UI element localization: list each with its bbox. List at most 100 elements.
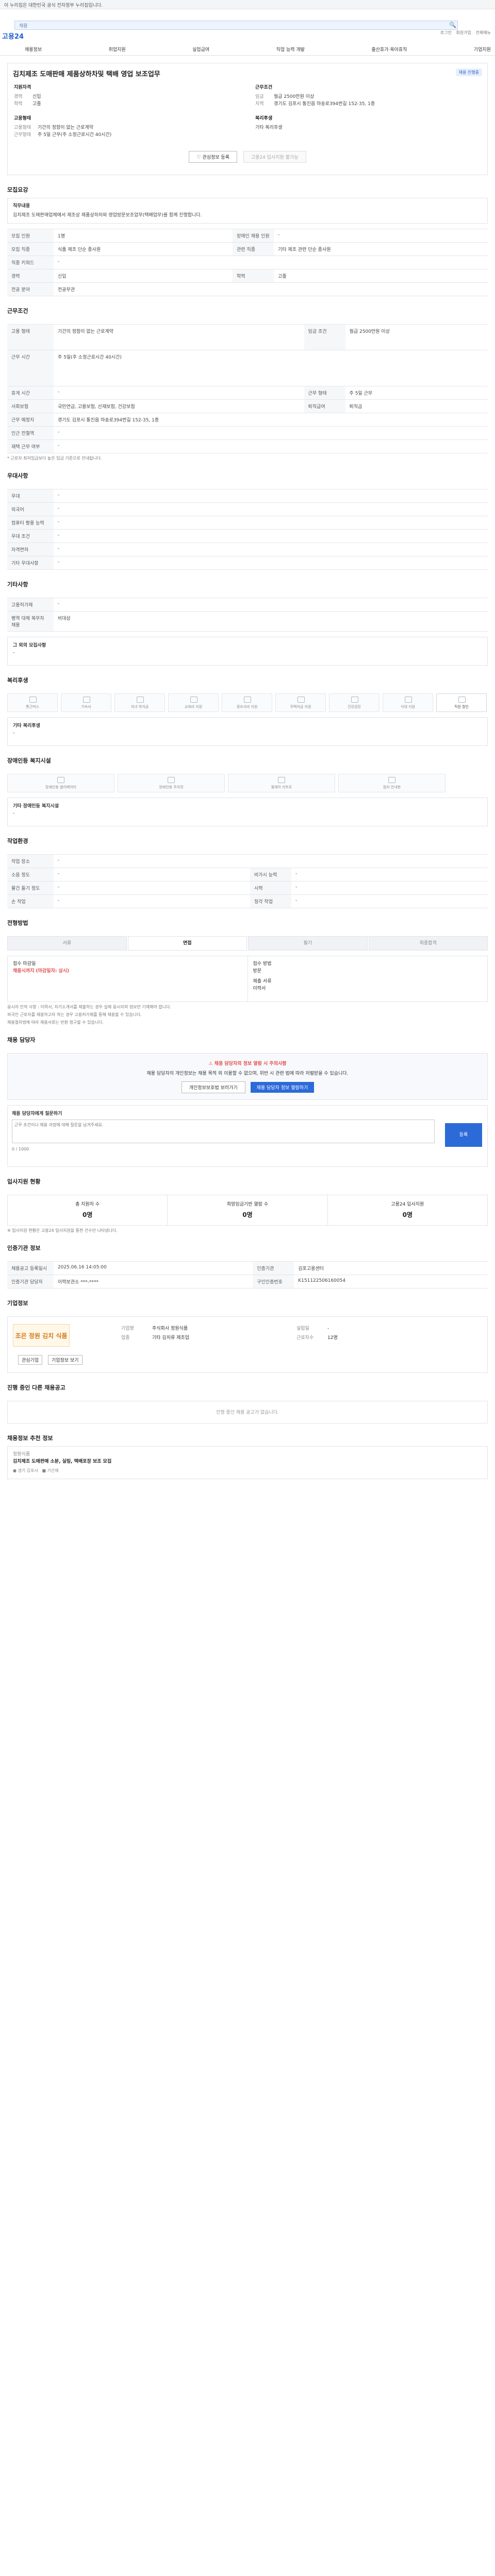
question-input[interactable] xyxy=(12,1120,435,1143)
table-row: 병역 대체 복무자 채용 비대상 xyxy=(7,611,488,632)
condition-row: 임금 월급 2500만원 이상 xyxy=(255,94,315,99)
apply-button[interactable]: 고용24 입사지원 불가능 xyxy=(243,151,306,163)
gov-notice-bar: 이 누리집은 대한민국 공식 전자정부 누리집입니다. xyxy=(0,0,495,9)
stats-section: 입사지원 현황 총 지원자 수 0명 희망임금기반 열람 수 0명 고용24 입사지… xyxy=(7,1167,488,1233)
env-table: 작업 장소 - 소음 정도 - 비가시 능력 - 물건 들기 정도 - 시력 - 손 작업 - 청… xyxy=(7,854,488,908)
other-section: 기타사항 고용허가제 - 병역 대체 복무자 채용 비대상 그 외의 모집사항 - xyxy=(7,570,488,666)
contact-warning: ⚠ 채용 담당자의 정보 열람 시 주의사항 xyxy=(208,1061,287,1066)
step-final: 최종합격 xyxy=(368,936,488,951)
contact-text: 채용 담당자의 개인정보는 채용 목적 외 이용할 수 없으며, 위반 시 관련… xyxy=(146,1071,349,1076)
meal-icon xyxy=(405,697,412,703)
work-section: 근무조건 고용 형태 기간의 정함이 없는 근로계약 임금 조건 월급 2500만원 … xyxy=(7,296,488,461)
nav-item[interactable]: 채용정보 xyxy=(25,46,42,53)
step-document: 서류 xyxy=(7,936,127,951)
section-title: 채용정보 추천 정보 xyxy=(7,1435,53,1442)
method-col: 접수 방법 방문 제출 서류 이력서 xyxy=(248,956,488,1002)
disabled-extra-value: - xyxy=(13,811,15,816)
parking-icon xyxy=(168,777,175,783)
welfare-tile: 경조사비 지원 xyxy=(222,693,272,712)
welfare-tile: 건강검진 xyxy=(329,693,380,712)
welfare-row: 기타 복리후생 xyxy=(255,125,283,130)
welfare-tile: 교육비 지원 xyxy=(168,693,219,712)
book-icon xyxy=(137,697,144,703)
company-logo: 조은 정원 김치 식품 xyxy=(13,1324,70,1347)
work-note: * 근로자 최저임금보다 높은 임금 기준으로 안내됩니다. xyxy=(7,456,102,461)
prefer-table: 우대 - 외국어 - 컴퓨터 활용 능력 - 우대 조건 - 자격면허 - 기타 우대사항… xyxy=(7,489,488,570)
site-header: 채용 🔍 고용24 로그인 회원가입 전체메뉴 xyxy=(0,9,495,42)
table-row: 근무 예정지 경기도 김포시 통진읍 마송로394번길 152-35, 1층 xyxy=(7,413,488,427)
gift-icon xyxy=(244,697,251,703)
util-links: 로그인 회원가입 전체메뉴 xyxy=(437,30,491,36)
duty-heading: 직무내용 xyxy=(13,204,30,209)
signup-link[interactable]: 회원가입 xyxy=(456,30,471,35)
welfare-tile: 주택자금 지원 xyxy=(275,693,326,712)
login-link[interactable]: 로그인 xyxy=(440,30,452,35)
qualification-row: 학력 고졸 xyxy=(14,101,41,107)
bus-icon xyxy=(29,697,37,703)
table-row: 물건 들기 정도 - 시력 - xyxy=(7,881,488,895)
stats-note: ※ 입사지원 현황은 고용24 입사지원을 통한 건수만 나타냅니다. xyxy=(7,1228,118,1233)
job-condition-col: 근무조건 임금 월급 2500만원 이상 지역 경기도 김포시 통진읍 마송로394… xyxy=(255,84,482,131)
qualification-heading: 지원자격 xyxy=(14,85,31,90)
section-title: 우대사항 xyxy=(7,472,28,479)
welfare-tile: 식대 지원 xyxy=(383,693,433,712)
nav-item[interactable]: 기업지원 xyxy=(474,46,491,53)
condition-row: 지역 경기도 김포시 통진읍 마송로394번길 152-35, 1층 xyxy=(255,101,375,107)
process-note: 채용절차법에 따라 채용서류는 반환 청구할 수 있습니다. xyxy=(7,1020,104,1025)
table-row: 작업 장소 - xyxy=(7,854,488,868)
status-badge: 채용 진행중 xyxy=(455,69,482,76)
deadline-value: 채용시까지 (마감일자: 상시) xyxy=(13,969,70,974)
recommend-job[interactable]: 김치제조 도매판매 소분, 실링, 택배포장 보조 모집 xyxy=(13,1458,482,1465)
job-summary-card: 김치제조 도매판매 제품상하차및 택배 영업 보조업무 채용 진행중 지원자격 … xyxy=(7,63,488,175)
process-note: 외국인 근로자를 채용하고자 하는 경우 고용허가제를 통해 채용할 수 있습니… xyxy=(7,1012,142,1017)
table-row: 인증기관 담당자 이력보관소 ***-**** 구인인증번호 K15112250616… xyxy=(7,1275,488,1289)
favorite-company-button[interactable]: 관심기업 xyxy=(18,1355,43,1365)
welfare-heading: 복리후생 xyxy=(255,116,273,121)
facility-tile: 휠체어 리프트 xyxy=(228,774,335,792)
method-heading: 접수 방법 xyxy=(253,961,272,967)
table-row: 우대 조건 - xyxy=(7,529,488,543)
interest-button[interactable]: ♡ 관심정보 등록 xyxy=(189,151,237,163)
table-row: 재택 근무 여부 - xyxy=(7,439,488,453)
alert-icon: ⚠ xyxy=(208,1061,213,1066)
wheelchair-icon xyxy=(278,777,285,783)
stat-item: 총 지원자 수 0명 xyxy=(8,1195,168,1225)
all-menu-link[interactable]: 전체메뉴 xyxy=(476,30,491,35)
step-interview: 면접 xyxy=(127,936,247,951)
site-logo[interactable]: 고용24 xyxy=(2,31,24,41)
privacy-law-button[interactable]: 개인정보보호법 보러가기 xyxy=(181,1081,245,1093)
welfare-extra-box: 기타 복리후생 - xyxy=(7,717,488,746)
nav-item[interactable]: 취업지원 xyxy=(109,46,126,53)
search-placeholder: 채용 xyxy=(19,24,28,29)
company-box: 조은 정원 김치 식품 관심기업 기업정보 보기 기업명 주식회사 정원식품 업종… xyxy=(7,1316,488,1373)
work-table: 고용 형태 기간의 정함이 없는 근로계약 임금 조건 월급 2500만원 이상 근무… xyxy=(7,324,488,453)
job-title: 김치제조 도매판매 제품상하차및 택배 영업 보조업무 xyxy=(13,71,160,78)
search-icon[interactable]: 🔍 xyxy=(449,21,457,29)
disabled-extra-box: 기타 장애인등 복지시설 - xyxy=(7,798,488,826)
prefer-section: 우대사항 우대 - 외국어 - 컴퓨터 활용 능력 - 우대 조건 - 자격면허 - 기타… xyxy=(7,461,488,570)
facility-tile: 장애인용 엘리베이터 xyxy=(7,774,114,792)
company-info-button[interactable]: 기업정보 보기 xyxy=(48,1355,82,1365)
view-contact-button[interactable]: 채용 담당자 정보 열람하기 xyxy=(250,1082,315,1093)
heart-icon: ♡ xyxy=(196,155,201,160)
section-title: 장애인등 복지시설 xyxy=(7,757,51,764)
employment-row: 고용형태 기간의 정함이 없는 근로계약 xyxy=(14,125,93,130)
search-input[interactable]: 채용 xyxy=(14,21,458,30)
facility-tile: 장애인용 주차장 xyxy=(118,774,225,792)
nav-item[interactable]: 실업급여 xyxy=(192,46,209,53)
discount-icon xyxy=(458,697,466,703)
process-note: 응시자 인적 사항 : 이력서, 자기소개서를 제출하는 경우 실제 응시자의 … xyxy=(7,1005,171,1009)
other-extra-value: - xyxy=(13,650,15,655)
other-table: 고용허가제 - 병역 대체 복무자 채용 비대상 xyxy=(7,598,488,632)
table-row: 채용공고 등록일시 2025.06.16 14:05:00 인증기관 김포고용센터 xyxy=(7,1261,488,1275)
table-row: 우대 - xyxy=(7,489,488,503)
nav-item[interactable]: 출산휴가·육아휴직 xyxy=(371,46,407,53)
welfare-grid: 통근버스 기숙사 자녀 학자금 교육비 지원 경조사비 지원 주택자금 지원 건… xyxy=(7,688,488,717)
search-row: 채용 🔍 xyxy=(0,21,495,31)
table-row: 고용 형태 기간의 정함이 없는 근로계약 임금 조건 월급 2500만원 이상 xyxy=(7,324,488,350)
table-row: 직종 키워드 - xyxy=(7,256,488,269)
table-row: 소음 정도 - 비가시 능력 - xyxy=(7,868,488,882)
recommend-card[interactable]: 정원식품 김치제조 도매판매 소분, 실링, 택배포장 보조 모집 ● 경기 김… xyxy=(7,1446,488,1479)
nav-item[interactable]: 직업 능력 개발 xyxy=(276,46,305,53)
submit-question-button[interactable]: 등록 xyxy=(445,1123,482,1147)
